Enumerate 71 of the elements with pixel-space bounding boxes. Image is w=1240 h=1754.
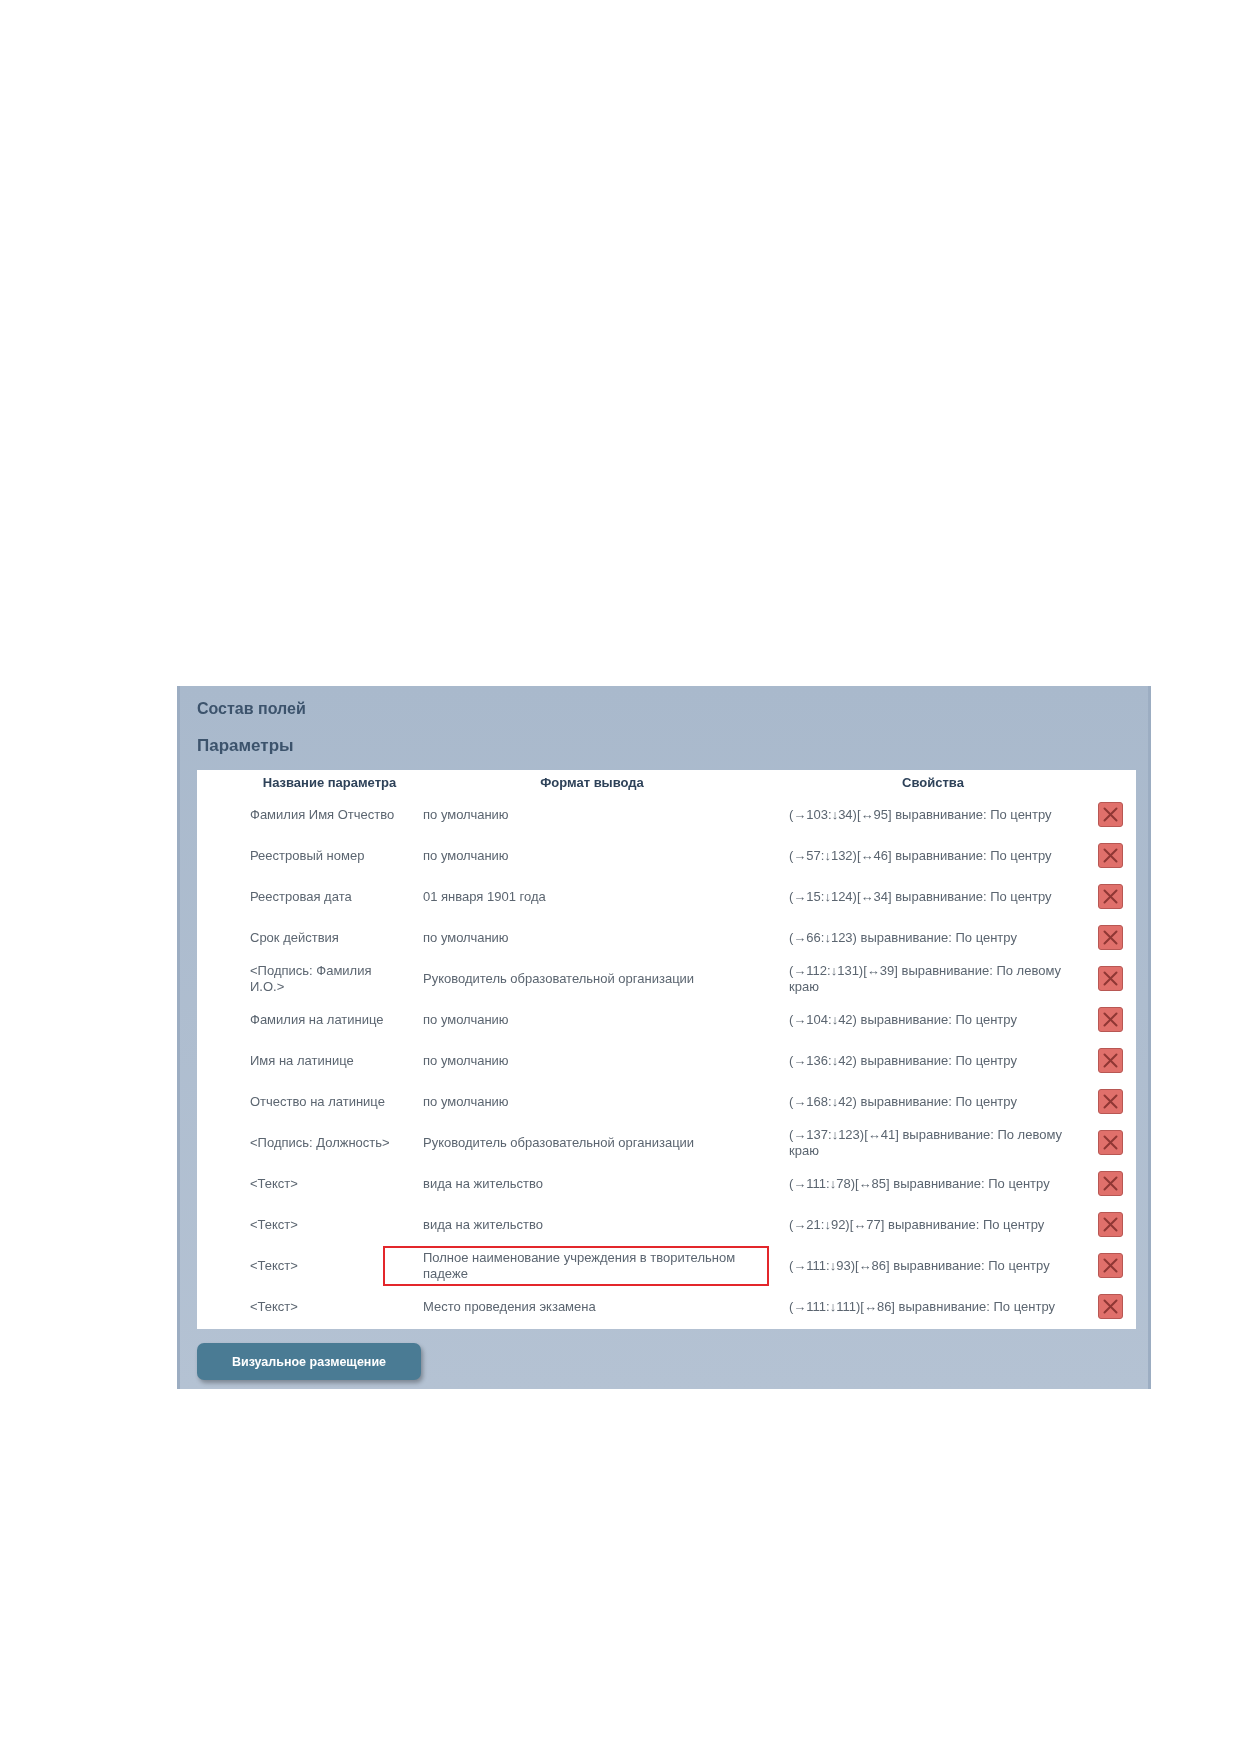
- table-cell: Руководитель образовательной организации: [423, 1134, 695, 1151]
- column-header: Название параметра: [262, 774, 397, 790]
- table-cell: по умолчанию: [423, 1011, 509, 1028]
- table-cell: (→57:↓132)[↔46] выравнивание: По центру: [789, 847, 1052, 864]
- delete-button[interactable]: [1098, 1048, 1123, 1073]
- table-cell: (→136:↓42) выравнивание: По центру: [789, 1052, 1017, 1069]
- table-cell: (→21:↓92)[↔77] выравнивание: По центру: [789, 1216, 1045, 1233]
- table-cell: Место проведения экзамена: [423, 1298, 596, 1315]
- table-cell: (→103:↓34)[↔95] выравнивание: По центру: [789, 806, 1052, 823]
- table-cell: (→111:↓111)[↔86] выравнивание: По центру: [789, 1298, 1055, 1315]
- table-cell: Фамилия на латинице: [250, 1011, 384, 1028]
- delete-button[interactable]: [1098, 1007, 1123, 1032]
- delete-button[interactable]: [1098, 1253, 1123, 1278]
- delete-button[interactable]: [1098, 884, 1123, 909]
- close-icon: [1103, 971, 1118, 986]
- table-cell: по умолчанию: [423, 847, 509, 864]
- table-cell: по умолчанию: [423, 806, 509, 823]
- table-cell: Фамилия Имя Отчество: [250, 806, 395, 823]
- table-cell: <Текст>: [250, 1216, 298, 1233]
- section-title: Параметры: [197, 736, 294, 756]
- delete-button[interactable]: [1098, 1212, 1123, 1237]
- table-cell: (→66:↓123) выравнивание: По центру: [789, 929, 1017, 946]
- table-cell: по умолчанию: [423, 929, 509, 946]
- table-cell: 01 января 1901 года: [423, 888, 546, 905]
- close-icon: [1103, 807, 1118, 822]
- table-cell: Реестровый номер: [250, 847, 365, 864]
- close-icon: [1103, 889, 1118, 904]
- layout-button[interactable]: Визуальное размещение: [197, 1343, 421, 1380]
- close-icon: [1103, 1094, 1118, 1109]
- delete-button[interactable]: [1098, 1171, 1123, 1196]
- table-cell: (→15:↓124)[↔34] выравнивание: По центру: [789, 888, 1052, 905]
- column-header: Формат вывода: [540, 774, 644, 790]
- close-icon: [1103, 1135, 1118, 1150]
- table-cell: по умолчанию: [423, 1052, 509, 1069]
- table-cell: (→104:↓42) выравнивание: По центру: [789, 1011, 1017, 1028]
- table-cell-text: <Подпись: Фамилия И.О.>: [250, 962, 373, 995]
- table-cell: <Текст>: [250, 1257, 298, 1274]
- table-cell: Реестровая дата: [250, 888, 352, 905]
- delete-button[interactable]: [1098, 843, 1123, 868]
- table-cell: вида на жительство: [423, 1175, 543, 1192]
- table-cell-text: Полное наименование учреждения в творительном падеже: [423, 1249, 737, 1282]
- table-cell: по умолчанию: [423, 1093, 509, 1110]
- delete-button[interactable]: [1098, 925, 1123, 950]
- close-icon: [1103, 1258, 1118, 1273]
- close-icon: [1103, 848, 1118, 863]
- table-cell-text: (→112:↓131)[↔39] выравнивание: По левому краю: [789, 962, 1062, 995]
- table-cell: Имя на латинице: [250, 1052, 354, 1069]
- close-icon: [1103, 1176, 1118, 1191]
- delete-button[interactable]: [1098, 802, 1123, 827]
- table-cell-text: (→137:↓123)[↔41] выравнивание: По левому краю: [789, 1126, 1063, 1159]
- close-icon: [1103, 1299, 1118, 1314]
- table-cell: (→111:↓78)[↔85] выравнивание: По центру: [789, 1175, 1050, 1192]
- table-cell: <Текст>: [250, 1175, 298, 1192]
- delete-button[interactable]: [1098, 1089, 1123, 1114]
- table-cell: Отчество на латинице: [250, 1093, 385, 1110]
- table-cell: (→168:↓42) выравнивание: По центру: [789, 1093, 1017, 1110]
- column-header: Свойства: [902, 774, 964, 790]
- close-icon: [1103, 930, 1118, 945]
- table-cell: Руководитель образовательной организации: [423, 970, 695, 987]
- table-cell: <Подпись: Должность>: [250, 1134, 390, 1151]
- close-icon: [1103, 1217, 1118, 1232]
- table-cell: (→111:↓93)[↔86] выравнивание: По центру: [789, 1257, 1050, 1274]
- delete-button[interactable]: [1098, 966, 1123, 991]
- panel-title: Состав полей: [197, 699, 306, 719]
- table-cell: <Текст>: [250, 1298, 298, 1315]
- table-cell: Срок действия: [250, 929, 339, 946]
- delete-button[interactable]: [1098, 1294, 1123, 1319]
- close-icon: [1103, 1012, 1118, 1027]
- table-cell: вида на жительство: [423, 1216, 543, 1233]
- delete-button[interactable]: [1098, 1130, 1123, 1155]
- close-icon: [1103, 1053, 1118, 1068]
